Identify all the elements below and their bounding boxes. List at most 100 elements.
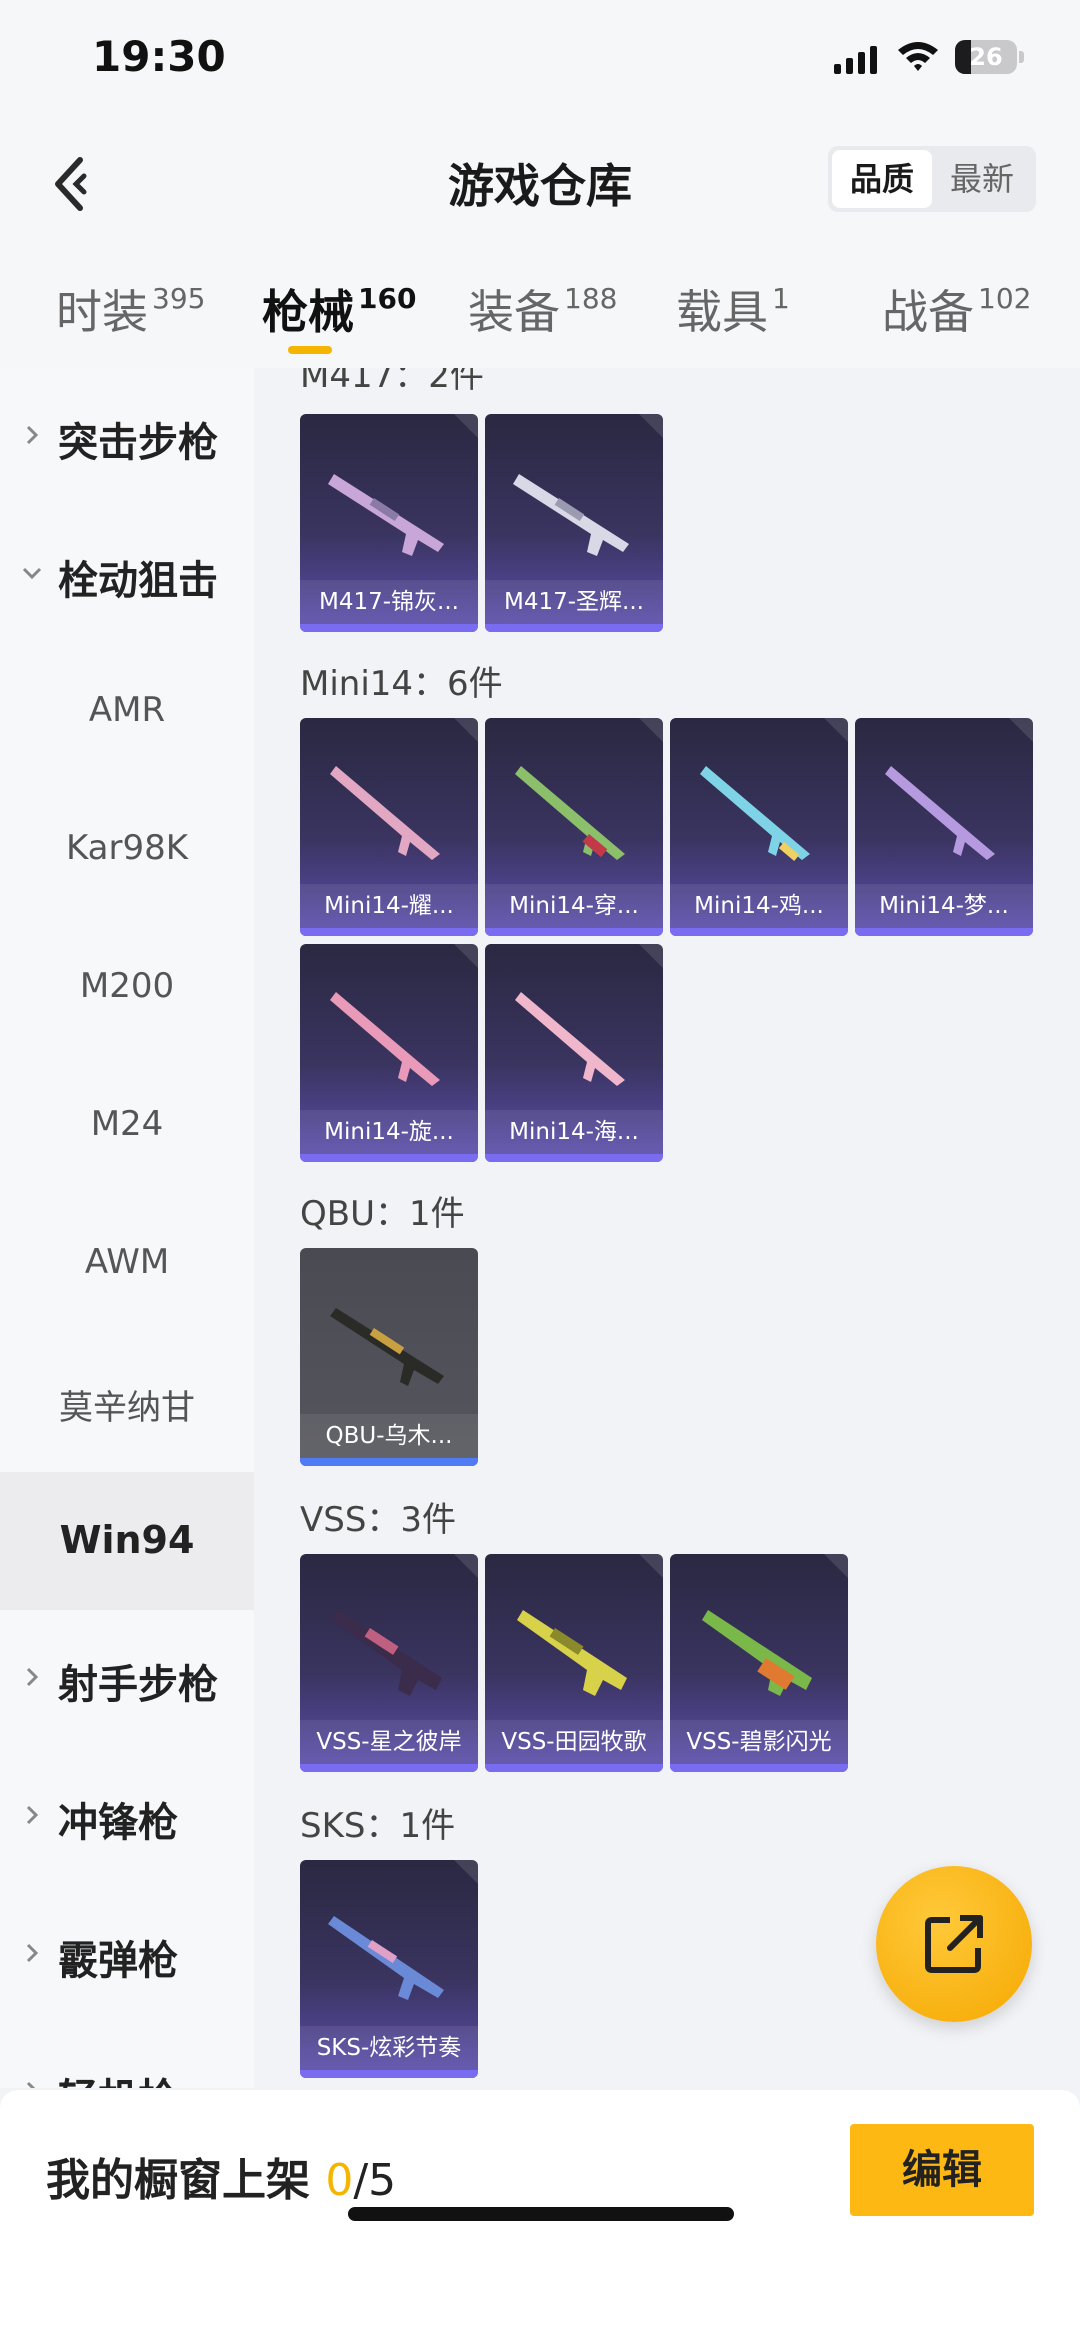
group-title-mini14: Mini14：6件 xyxy=(300,664,503,704)
signal-icon xyxy=(834,46,877,74)
item-name: Mini14-耀... xyxy=(300,884,478,928)
item-card[interactable]: M417-锦灰... xyxy=(300,414,478,632)
sidebar-subitem-label: M200 xyxy=(79,966,175,1006)
sidebar-subitem-m200[interactable]: M200 xyxy=(0,920,254,1058)
item-name: M417-圣辉... xyxy=(485,580,663,624)
rifle-icon xyxy=(700,766,810,861)
sidebar-subitem-amr[interactable]: AMR xyxy=(0,644,254,782)
rifle-icon xyxy=(517,1610,627,1696)
quality-bar xyxy=(485,624,663,632)
sidebar-category-label: 栓动狙击 xyxy=(58,558,218,604)
sidebar-category-label: 冲锋枪 xyxy=(58,1800,178,1846)
sidebar-subitem-label: Win94 xyxy=(59,1518,195,1562)
item-card[interactable]: Mini14-梦... xyxy=(855,718,1033,936)
sidebar-subitem-win94[interactable]: Win94 xyxy=(0,1472,254,1610)
item-card[interactable]: VSS-星之彼岸 xyxy=(300,1554,478,1772)
sidebar-category-label: 霰弹枪 xyxy=(58,1938,178,1984)
item-name: M417-锦灰... xyxy=(300,580,478,624)
tab-fashion[interactable]: 时装 395 xyxy=(56,276,205,356)
chevron-right-icon xyxy=(26,1667,39,1687)
rifle-icon xyxy=(332,1610,442,1696)
sidebar-item-assault-rifle[interactable]: 突击步枪 xyxy=(0,368,254,506)
tab-guns[interactable]: 枪械 160 xyxy=(262,276,416,356)
sidebar-item-lmg[interactable]: 轻机枪 xyxy=(0,2024,254,2088)
showcase-separator: / xyxy=(353,2155,369,2206)
sidebar-subitem-label: AMR xyxy=(88,690,166,730)
home-indicator[interactable] xyxy=(348,2207,734,2221)
sidebar-item-shotgun[interactable]: 霰弹枪 xyxy=(0,1886,254,2024)
page-title: 游戏仓库 xyxy=(448,159,632,213)
tab-vehicles[interactable]: 载具 1 xyxy=(676,276,790,356)
quality-bar xyxy=(855,928,1033,936)
sort-toggle: 品质 最新 xyxy=(828,146,1036,212)
item-card[interactable]: Mini14-耀... xyxy=(300,718,478,936)
tab-equipment[interactable]: 装备 188 xyxy=(468,276,617,356)
item-name: VSS-碧影闪光 xyxy=(670,1720,848,1764)
battery-body: 26 xyxy=(955,40,1017,74)
chevron-right-icon xyxy=(26,1943,39,1963)
sidebar-subitem-mosin[interactable]: 莫辛纳甘 xyxy=(0,1334,254,1472)
quality-bar xyxy=(300,1458,478,1466)
tab-label: 载具 xyxy=(676,285,768,339)
back-chevron-icon[interactable] xyxy=(40,140,112,220)
sort-quality-button[interactable]: 品质 xyxy=(832,150,932,208)
showcase-label: 我的橱窗上架 xyxy=(46,2155,326,2206)
item-name: Mini14-海... xyxy=(485,1110,663,1154)
sidebar-category-label: 突击步枪 xyxy=(58,420,218,466)
chevron-right-icon xyxy=(26,2081,36,2088)
quality-bar xyxy=(485,928,663,936)
item-card[interactable]: Mini14-穿... xyxy=(485,718,663,936)
rifle-icon xyxy=(330,766,440,860)
rifle-icon xyxy=(330,992,440,1086)
quality-bar xyxy=(300,624,478,632)
item-card[interactable]: Mini14-旋... xyxy=(300,944,478,1162)
sidebar-subitem-label: M24 xyxy=(90,1104,164,1144)
quality-bar xyxy=(300,928,478,936)
battery-cap xyxy=(1019,51,1024,63)
edit-button[interactable]: 编辑 xyxy=(850,2124,1034,2216)
sidebar-category-label: 射手步枪 xyxy=(58,1662,218,1708)
tab-supplies[interactable]: 战备 102 xyxy=(882,276,1031,356)
rifle-icon xyxy=(513,474,629,556)
sidebar-item-bolt-sniper[interactable]: 栓动狙击 xyxy=(0,506,254,644)
quality-bar xyxy=(485,1154,663,1162)
item-card[interactable]: VSS-田园牧歌 xyxy=(485,1554,663,1772)
chevron-down-icon xyxy=(22,567,42,580)
sidebar-subitem-label: AWM xyxy=(84,1242,170,1282)
sidebar-item-smg[interactable]: 冲锋枪 xyxy=(0,1748,254,1886)
item-card[interactable]: M417-圣辉... xyxy=(485,414,663,632)
sidebar-category-label: 轻机枪 xyxy=(58,2066,178,2088)
item-card[interactable]: SKS-炫彩节奏 xyxy=(300,1860,478,2078)
item-name: Mini14-穿... xyxy=(485,884,663,928)
item-name: Mini14-旋... xyxy=(300,1110,478,1154)
status-time: 19:30 xyxy=(92,32,226,81)
tab-label: 装备 xyxy=(468,285,560,339)
item-grid: M417：2件 M417-锦灰... M417-圣辉... Mini14：6件 … xyxy=(254,368,1080,2088)
rifle-icon xyxy=(515,766,625,860)
item-card[interactable]: VSS-碧影闪光 xyxy=(670,1554,848,1772)
sidebar-subitem-m24[interactable]: M24 xyxy=(0,1058,254,1196)
tab-count: 188 xyxy=(564,282,618,315)
sidebar-subitem-kar98k[interactable]: Kar98K xyxy=(0,782,254,920)
quality-bar xyxy=(670,928,848,936)
quality-bar xyxy=(670,1764,848,1772)
status-bar: 19:30 26 xyxy=(0,0,1080,120)
battery-icon: 26 xyxy=(955,40,1025,76)
rifle-icon xyxy=(702,1610,812,1696)
rifle-icon xyxy=(328,474,444,556)
sidebar-subitem-awm[interactable]: AWM xyxy=(0,1196,254,1334)
tab-count: 1 xyxy=(772,282,790,315)
item-card[interactable]: QBU-乌木... xyxy=(300,1248,478,1466)
wifi-icon xyxy=(898,42,938,71)
group-title-vss: VSS：3件 xyxy=(300,1500,457,1540)
rifle-icon xyxy=(330,1308,444,1386)
sort-newest-button[interactable]: 最新 xyxy=(932,150,1032,208)
item-card[interactable]: Mini14-鸡... xyxy=(670,718,848,936)
item-name: VSS-星之彼岸 xyxy=(300,1720,478,1764)
item-card[interactable]: Mini14-海... xyxy=(485,944,663,1162)
sidebar-item-marksman-rifle[interactable]: 射手步枪 xyxy=(0,1610,254,1748)
share-button[interactable] xyxy=(876,1866,1032,2022)
category-tabs: 时装 395 枪械 160 装备 188 载具 1 战备 102 xyxy=(0,260,1080,360)
group-title-qbu: QBU：1件 xyxy=(300,1194,465,1234)
tab-label: 战备 xyxy=(882,285,974,339)
